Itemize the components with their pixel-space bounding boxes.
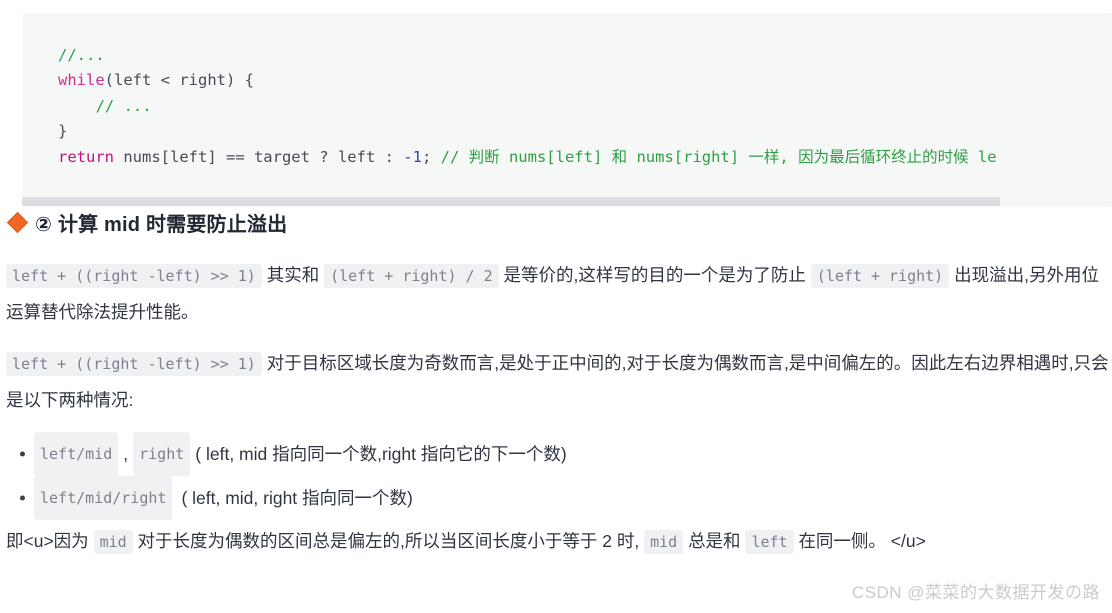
inline-code-mid-formula: left + ((right -left) >> 1) xyxy=(6,264,262,288)
code-token-com: // ... xyxy=(95,96,152,115)
code-horizontal-scrollbar[interactable] xyxy=(22,195,1112,207)
code-block: //... while(left < right) { // ... } ret… xyxy=(22,13,1112,207)
orange-diamond-icon xyxy=(6,211,29,234)
paragraph-1-text-1: 其实和 xyxy=(266,265,320,285)
list-item: left/mid/right ( left, mid, right 指向同一个数) xyxy=(6,476,567,520)
code-token-pl: ; xyxy=(421,147,441,166)
code-line: return nums[left] == target ? left : -1;… xyxy=(22,148,997,166)
document-page: //... while(left < right) { // ... } ret… xyxy=(0,0,1112,613)
paragraph-3-text-1: 即<u>因为 xyxy=(6,531,89,551)
code-token-com: //... xyxy=(58,45,105,64)
code-line: //... xyxy=(22,46,105,64)
code-line: // ... xyxy=(22,97,152,115)
section-heading: ② 计算 mid 时需要防止溢出 xyxy=(6,208,287,237)
code-block-content[interactable]: //... while(left < right) { // ... } ret… xyxy=(22,29,1112,181)
code-token-com: // 判断 nums[left] 和 nums[right] 一样, 因为最后循… xyxy=(440,147,997,166)
paragraph-3-text-3: 总是和 xyxy=(688,531,741,551)
list-item-text: ( left, mid, right 指向同一个数) xyxy=(181,488,413,508)
paragraph-conclusion: 即<u>因为 mid 对于长度为偶数的区间总是偏左的,所以当区间长度小于等于 2… xyxy=(6,524,1112,561)
paragraph-3-text-2: 对于长度为偶数的区间总是偏左的,所以当区间长度小于等于 2 时, xyxy=(137,531,640,551)
code-token-num: -1 xyxy=(403,147,422,166)
code-token-kw: while xyxy=(58,71,105,89)
inline-code-left-plus-right: (left + right) xyxy=(810,264,950,288)
code-token-kw2: return xyxy=(58,147,114,166)
code-scrollbar-thumb[interactable] xyxy=(22,196,1000,206)
section-heading-text: ② 计算 mid 时需要防止溢出 xyxy=(35,214,288,236)
inline-code-simple-average: (left + right) / 2 xyxy=(324,264,499,288)
code-token-pl: } xyxy=(58,122,68,140)
inline-code-mid-1: mid xyxy=(93,530,133,554)
list-item: left/mid, right( left, mid 指向同一个数,right 指… xyxy=(6,432,567,476)
paragraph-overflow-explanation: left + ((right -left) >> 1) 其实和 (left + … xyxy=(6,258,1112,330)
paragraph-3-text-4: 在同一侧。 </u> xyxy=(798,531,926,551)
list-item-text: ( left, mid 指向同一个数,right 指向它的下一个数) xyxy=(195,444,567,464)
case-list: left/mid, right( left, mid 指向同一个数,right 指… xyxy=(6,432,567,520)
csdn-watermark: CSDN @菜菜的大数据开发の路 xyxy=(851,583,1100,602)
inline-code-primary: left/mid xyxy=(34,432,119,476)
paragraph-mid-position: left + ((right -left) >> 1) 对于目标区域长度为奇数而… xyxy=(6,346,1112,418)
inline-code-left: left xyxy=(745,530,794,554)
paragraph-1-text-2: 是等价的,这样写的目的一个是为了防止 xyxy=(503,265,806,285)
code-line: while(left < right) { xyxy=(22,71,254,89)
inline-code-mid-formula-2: left + ((right -left) >> 1) xyxy=(6,352,262,376)
inline-code-primary: left/mid/right xyxy=(34,476,173,520)
code-token-pl: nums[left] == target ? left : xyxy=(114,147,404,166)
inline-code-mid-2: mid xyxy=(644,530,684,554)
code-line: } xyxy=(22,122,67,140)
list-item-separator: , xyxy=(123,444,129,464)
code-token-pl: (left < right) { xyxy=(104,71,254,89)
inline-code-secondary: right xyxy=(133,432,191,476)
